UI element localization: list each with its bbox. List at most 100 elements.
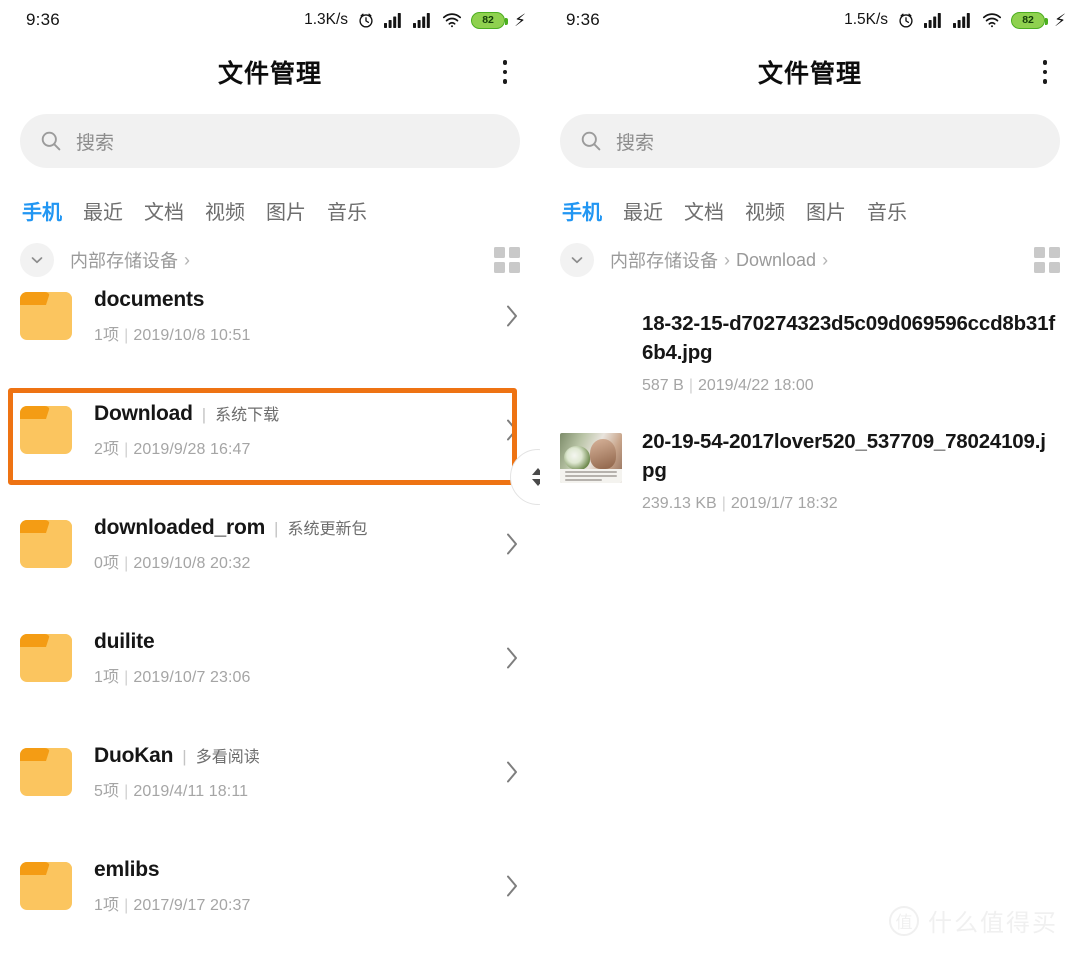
list-item[interactable]: emlibs 1项 | 2017/9/17 20:37 xyxy=(0,829,540,943)
file-name: 18-32-15-d70274323d5c09d069596ccd8b31f6b… xyxy=(642,312,1055,365)
battery-level: 82 xyxy=(1022,13,1034,26)
charging-bolt-icon: ⚡ xyxy=(1054,10,1066,30)
chevron-down-icon[interactable] xyxy=(20,243,54,277)
folder-name: DuoKan xyxy=(94,744,174,767)
folder-count: 1项 xyxy=(94,326,120,344)
folder-date: 2019/10/8 20:32 xyxy=(133,555,251,572)
page-title: 文件管理 xyxy=(217,60,322,88)
charging-bolt-icon: ⚡ xyxy=(514,10,526,30)
search-input[interactable]: 搜索 xyxy=(560,114,1060,168)
folder-meta: 5项 | 2019/4/11 18:11 xyxy=(94,783,249,800)
watermark-text: 什么值得买 xyxy=(928,910,1058,937)
list-item[interactable]: downloaded_rom | 系统更新包 0项 | 2019/10/8 20:3… xyxy=(0,487,540,601)
chevron-right-icon xyxy=(505,645,520,671)
file-meta: 587 B | 2019/4/22 18:00 xyxy=(642,377,814,395)
name-divider: | xyxy=(182,747,187,766)
tab-videos[interactable]: 视频 xyxy=(205,190,266,231)
chevron-right-icon: › xyxy=(724,249,730,270)
tab-phone[interactable]: 手机 xyxy=(560,190,623,231)
tab-music[interactable]: 音乐 xyxy=(867,190,928,231)
tab-bar-right: 手机 最近 文档 视频 图片 音乐 xyxy=(540,168,1080,231)
tab-recent[interactable]: 最近 xyxy=(623,190,684,231)
tab-documents[interactable]: 文档 xyxy=(144,190,205,231)
chevron-right-icon: › xyxy=(822,249,829,270)
breadcrumb-item-0[interactable]: 内部存储设备 xyxy=(70,247,178,273)
grid-view-icon[interactable] xyxy=(494,247,520,273)
file-manager-panel-left: 9:36 1.3K/s 82 ⚡ 文件管理 搜索 手机 最近 文档 视频 图片 … xyxy=(0,0,540,960)
search-input[interactable]: 搜索 xyxy=(20,114,520,168)
tab-images[interactable]: 图片 xyxy=(266,190,327,231)
chevron-right-icon xyxy=(505,303,520,329)
tab-phone[interactable]: 手机 xyxy=(20,190,83,231)
chevron-right-icon xyxy=(505,531,520,557)
title-bar-right: 文件管理 xyxy=(540,40,1080,104)
breadcrumb: 内部存储设备 › xyxy=(70,247,190,273)
breadcrumb-bar-left: 内部存储设备 › xyxy=(0,231,540,287)
folder-icon xyxy=(20,520,72,568)
status-time: 9:36 xyxy=(26,10,60,29)
triangle-down-icon xyxy=(532,479,540,486)
status-time: 9:36 xyxy=(566,10,600,29)
file-manager-panel-right: 9:36 1.5K/s 82 ⚡ 文件管理 搜索 手机 最近 文档 视频 图片 … xyxy=(540,0,1080,960)
list-item[interactable]: duilite 1项 | 2019/10/7 23:06 xyxy=(0,601,540,715)
folder-count: 1项 xyxy=(94,668,120,686)
kebab-menu-icon[interactable] xyxy=(492,57,518,87)
folder-list-left: documents 1项 | 2019/10/8 10:51 Download | xyxy=(0,259,540,943)
folder-date: 2017/9/17 20:37 xyxy=(133,896,251,914)
breadcrumb-item-0[interactable]: 内部存储设备 xyxy=(610,247,718,273)
file-list-item[interactable]: 20-19-54-2017lover520_537709_78024109.jp… xyxy=(540,413,1080,531)
file-meta: 239.13 KB | 2019/1/7 18:32 xyxy=(642,495,838,513)
folder-meta: 0项 | 2019/10/8 20:32 xyxy=(94,555,251,572)
list-item-download[interactable]: Download | 系统下载 2项 | 2019/9/28 16:47 xyxy=(0,373,540,487)
folder-name: Download xyxy=(94,402,193,425)
tab-recent[interactable]: 最近 xyxy=(83,190,144,231)
kebab-menu-icon[interactable] xyxy=(1032,57,1058,87)
chevron-down-icon[interactable] xyxy=(560,243,594,277)
tab-documents[interactable]: 文档 xyxy=(684,190,745,231)
search-container-left: 搜索 xyxy=(0,104,540,168)
signal-bars-icon-2 xyxy=(953,12,973,28)
search-container-right: 搜索 xyxy=(540,104,1080,168)
tab-music[interactable]: 音乐 xyxy=(327,190,388,231)
breadcrumb-bar-right: 内部存储设备 › Download › xyxy=(540,231,1080,287)
folder-meta: 1项 | 2019/10/7 23:06 xyxy=(94,668,251,686)
list-item[interactable]: DuoKan | 多看阅读 5项 | 2019/4/11 18:11 xyxy=(0,715,540,829)
file-date: 2019/1/7 18:32 xyxy=(730,495,838,513)
folder-name: emlibs xyxy=(94,857,160,881)
file-list-item[interactable]: 18-32-15-d70274323d5c09d069596ccd8b31f6b… xyxy=(540,287,1080,413)
folder-alias: 系统下载 xyxy=(215,407,280,424)
folder-date: 2019/9/28 16:47 xyxy=(133,441,251,458)
folder-date: 2019/10/7 23:06 xyxy=(133,668,251,686)
search-icon xyxy=(580,130,602,152)
folder-alias: 系统更新包 xyxy=(287,521,368,538)
file-list-right: 18-32-15-d70274323d5c09d069596ccd8b31f6b… xyxy=(540,287,1080,531)
search-placeholder: 搜索 xyxy=(616,132,655,154)
site-watermark: 值 什么值得买 xyxy=(889,903,1058,938)
grid-view-icon[interactable] xyxy=(1034,247,1060,273)
chevron-right-icon xyxy=(505,873,520,899)
tab-images[interactable]: 图片 xyxy=(806,190,867,231)
signal-bars-icon-1 xyxy=(384,12,404,28)
breadcrumb-item-1[interactable]: Download xyxy=(736,250,816,271)
folder-icon xyxy=(20,634,72,682)
chevron-right-icon xyxy=(505,417,520,443)
folder-name: duilite xyxy=(94,629,155,653)
signal-bars-icon-2 xyxy=(413,12,433,28)
wifi-icon xyxy=(982,12,1002,28)
search-icon xyxy=(40,130,62,152)
name-divider: | xyxy=(201,405,207,424)
file-size: 587 B xyxy=(642,377,684,395)
dual-screenshot-container: 9:36 1.3K/s 82 ⚡ 文件管理 搜索 手机 最近 文档 视频 图片 … xyxy=(0,0,1080,960)
folder-alias: 多看阅读 xyxy=(195,749,260,766)
folder-meta: 1项 | 2017/9/17 20:37 xyxy=(94,896,251,914)
status-bar-right: 9:36 1.5K/s 82 ⚡ xyxy=(540,0,1080,40)
triangle-up-icon xyxy=(532,468,540,475)
image-thumbnail xyxy=(560,433,622,484)
folder-icon xyxy=(20,406,72,454)
signal-bars-icon-1 xyxy=(924,12,944,28)
chevron-right-icon xyxy=(505,759,520,785)
folder-meta: 2项 | 2019/9/28 16:47 xyxy=(94,441,251,458)
tab-videos[interactable]: 视频 xyxy=(745,190,806,231)
folder-count: 5项 xyxy=(94,783,120,800)
chevron-right-icon: › xyxy=(184,249,190,270)
